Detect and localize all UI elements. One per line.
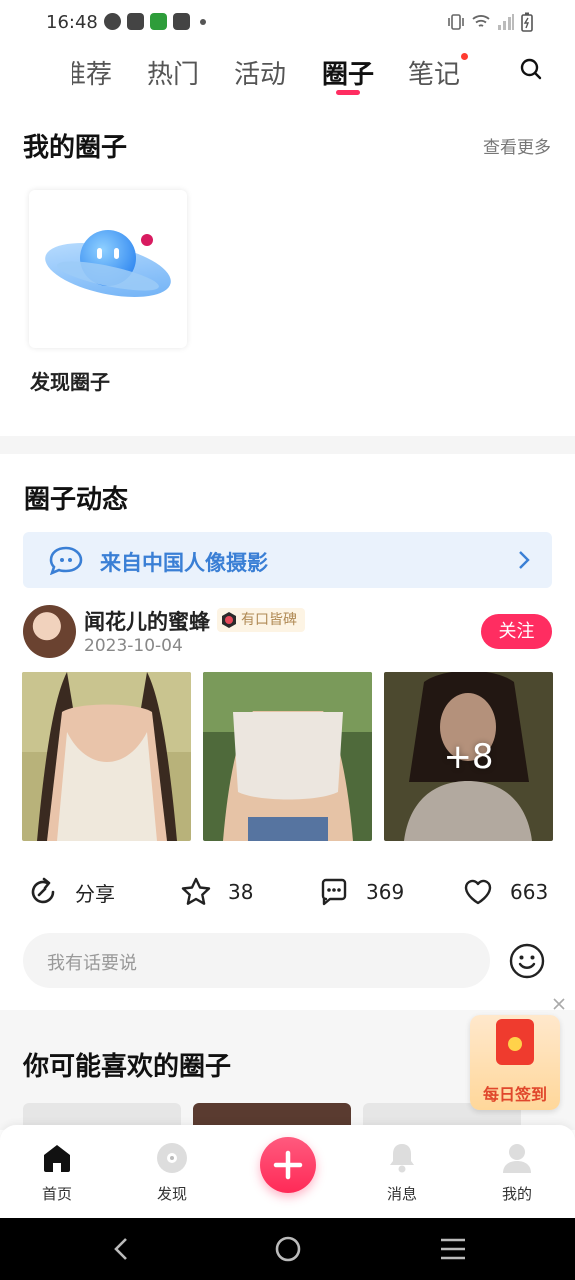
daily-checkin-button[interactable]: 每日签到 bbox=[470, 1015, 560, 1110]
circle-feed-title: 圈子动态 bbox=[24, 485, 129, 515]
create-post-button[interactable] bbox=[260, 1137, 316, 1193]
tab-hot[interactable]: 热门 bbox=[147, 54, 199, 91]
follow-button[interactable]: 关注 bbox=[481, 614, 552, 649]
section-divider bbox=[0, 436, 575, 454]
system-icons bbox=[447, 12, 533, 32]
battery-icon bbox=[521, 12, 533, 32]
red-envelope-icon bbox=[496, 1019, 534, 1065]
nav-discover[interactable]: 发现 bbox=[137, 1141, 207, 1204]
mail-icon bbox=[127, 13, 144, 30]
tab-notes[interactable]: 笔记 bbox=[408, 54, 460, 91]
close-icon[interactable] bbox=[552, 997, 566, 1011]
app-notification-icon bbox=[150, 13, 167, 30]
nav-messages[interactable]: 消息 bbox=[367, 1141, 437, 1204]
system-nav-bar bbox=[0, 1218, 575, 1280]
circle-chat-icon bbox=[49, 546, 83, 575]
bottom-nav: 首页 发现 消息 我的 bbox=[0, 1125, 575, 1218]
share-button[interactable]: 分享 bbox=[27, 875, 115, 909]
comment-input[interactable]: 我有话要说 bbox=[23, 933, 490, 988]
suggestions-title: 你可能喜欢的圈子 bbox=[23, 1052, 232, 1082]
favorite-button[interactable]: 38 bbox=[180, 875, 253, 909]
status-time: 16:48 bbox=[46, 12, 98, 33]
source-circle-banner[interactable]: 来自中国人像摄影 bbox=[23, 532, 552, 588]
photo-2-image bbox=[203, 672, 372, 841]
home-circle-icon[interactable] bbox=[274, 1235, 302, 1263]
home-icon bbox=[44, 1145, 70, 1172]
checkin-label: 每日签到 bbox=[482, 1085, 547, 1104]
comment-button[interactable]: 369 bbox=[318, 875, 404, 909]
nav-discover-label: 发现 bbox=[156, 1185, 187, 1203]
heart-icon bbox=[464, 879, 492, 905]
wifi-icon bbox=[472, 15, 490, 27]
search-icon[interactable] bbox=[518, 56, 544, 82]
my-circles-title: 我的圈子 bbox=[23, 133, 128, 163]
post-username[interactable]: 闻花儿的蜜蜂 bbox=[84, 606, 210, 636]
check-icon bbox=[104, 13, 121, 30]
top-tab-bar: 推荐 热门 活动 圈子 笔记 bbox=[0, 48, 575, 98]
star-icon bbox=[181, 877, 211, 905]
comment-icon bbox=[321, 878, 347, 906]
see-more-link[interactable]: 查看更多 bbox=[483, 133, 551, 158]
user-avatar[interactable] bbox=[23, 605, 76, 658]
nav-home[interactable]: 首页 bbox=[22, 1141, 92, 1204]
more-dot-icon bbox=[200, 18, 206, 25]
menu-icon[interactable] bbox=[439, 1235, 467, 1263]
chevron-right-icon bbox=[519, 551, 530, 569]
vibrate-icon bbox=[448, 14, 464, 30]
post-date: 2023-10-04 bbox=[84, 636, 183, 656]
share-label: 分享 bbox=[75, 881, 115, 906]
tab-circles[interactable]: 圈子 bbox=[322, 54, 374, 91]
emoji-icon[interactable] bbox=[508, 942, 546, 980]
tab-recommend[interactable]: 推荐 bbox=[72, 54, 112, 91]
planet-mascot-icon bbox=[45, 230, 171, 297]
like-count: 663 bbox=[510, 880, 549, 904]
nav-home-label: 首页 bbox=[41, 1185, 72, 1203]
bell-icon bbox=[390, 1144, 414, 1173]
nav-mine-label: 我的 bbox=[501, 1185, 532, 1203]
discover-circle-card[interactable] bbox=[29, 190, 187, 348]
discover-circle-label[interactable]: 发现圈子 bbox=[30, 366, 110, 395]
signal-icon bbox=[498, 14, 514, 30]
status-bar: 16:48 bbox=[0, 0, 575, 46]
notification-icons bbox=[104, 13, 206, 30]
badge-icon bbox=[222, 612, 236, 628]
like-button[interactable]: 663 bbox=[462, 875, 548, 909]
plus-icon bbox=[273, 1150, 303, 1180]
nav-messages-label: 消息 bbox=[386, 1185, 417, 1203]
nav-mine[interactable]: 我的 bbox=[482, 1141, 552, 1204]
comment-count: 369 bbox=[366, 880, 405, 904]
more-photos-count: +8 bbox=[443, 736, 494, 777]
photo-1-image bbox=[22, 672, 191, 841]
back-icon[interactable] bbox=[110, 1235, 134, 1263]
discover-icon bbox=[157, 1143, 187, 1173]
post-photo-1[interactable] bbox=[22, 672, 191, 841]
reputation-badge: 有口皆碑 bbox=[217, 608, 305, 632]
share-icon bbox=[31, 877, 55, 904]
badge-label: 有口皆碑 bbox=[241, 612, 297, 628]
post-photo-3[interactable]: +8 bbox=[384, 672, 553, 841]
active-tab-indicator bbox=[336, 90, 360, 95]
favorite-count: 38 bbox=[228, 880, 254, 904]
banner-circle-name: 来自中国人像摄影 bbox=[100, 551, 268, 575]
post-photo-2[interactable] bbox=[203, 672, 372, 841]
gallery-icon bbox=[173, 13, 190, 30]
tab-activity[interactable]: 活动 bbox=[234, 54, 286, 91]
comment-placeholder: 我有话要说 bbox=[47, 953, 137, 974]
notes-unread-dot bbox=[461, 53, 468, 60]
user-icon bbox=[503, 1144, 531, 1173]
